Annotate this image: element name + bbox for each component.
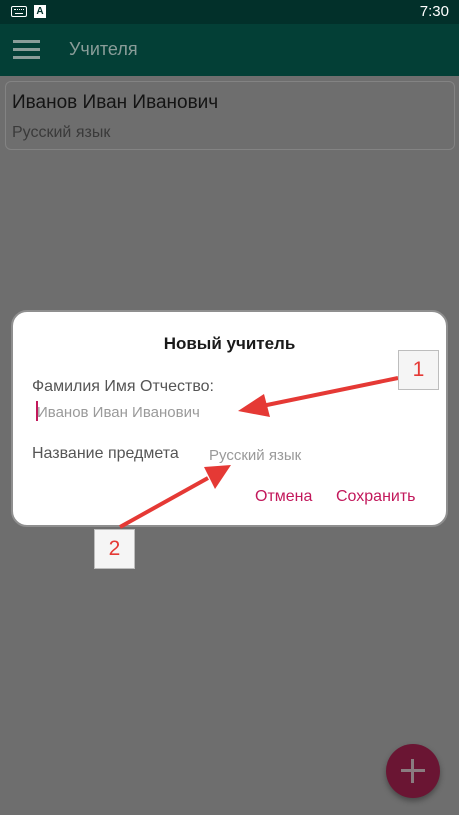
app-bar: Учителя [0,24,459,76]
annotation-marker-1: 1 [398,350,439,390]
teacher-list-item[interactable]: Иванов Иван Иванович Русский язык [5,81,455,150]
dialog-title: Новый учитель [163,334,296,353]
status-bar: A 7:30 [0,0,459,24]
new-teacher-dialog: Новый учитель Фамилия Имя Отчество: Назв… [11,310,448,527]
subject-input[interactable] [209,444,369,466]
save-button[interactable]: Сохранить [336,488,416,506]
subject-label: Название предмета [32,445,179,462]
full-name-input[interactable] [35,401,255,423]
app-bar-title: Учителя [69,39,138,59]
text-cursor [36,401,38,421]
full-name-label: Фамилия Имя Отчество: [32,378,214,395]
cancel-button[interactable]: Отмена [255,488,312,506]
a-notification-icon: A [34,5,46,18]
add-teacher-fab[interactable] [386,744,440,798]
keyboard-icon [11,6,27,17]
teacher-subject: Русский язык [12,124,111,141]
teacher-name: Иванов Иван Иванович [12,92,219,113]
hamburger-menu-icon[interactable] [13,40,40,60]
status-time: 7:30 [419,3,449,20]
annotation-marker-2: 2 [94,529,135,569]
